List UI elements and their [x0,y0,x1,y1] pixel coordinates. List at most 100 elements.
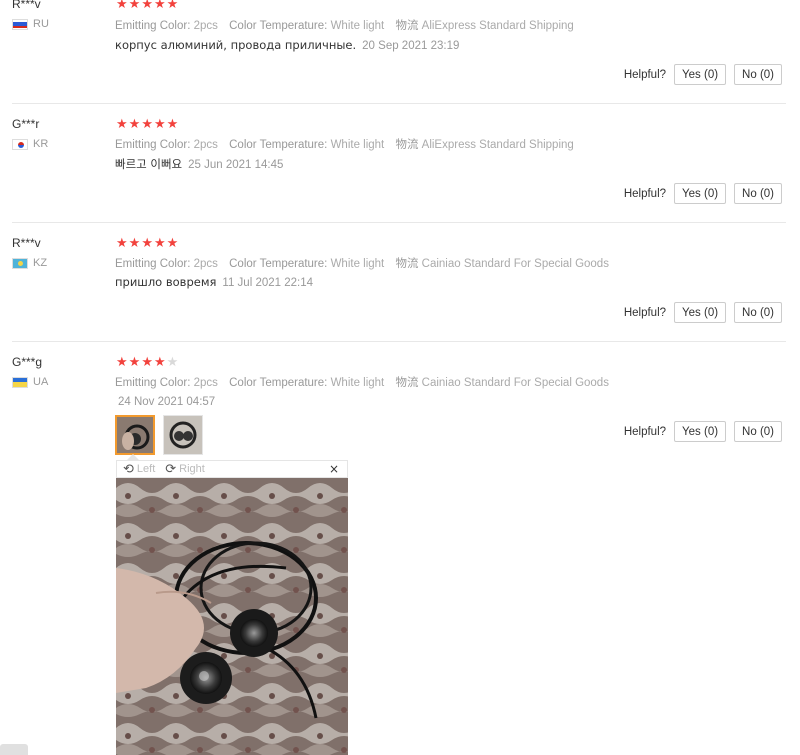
attr-value: AliExpress Standard Shipping [421,139,574,151]
review-item: G***r KR ★ ★ ★ ★ ★ Emitting Color: 2pcs … [12,104,786,223]
sku-attributes: Emitting Color: 2pcs Color Temperature: … [115,136,582,152]
rotate-right-icon[interactable]: ⟳ [165,462,176,477]
attr-label: Emitting Color: [115,377,191,389]
flag-kr-icon [12,138,28,150]
star-rating: ★ ★ ★ ★ ★ [116,118,178,131]
photo-image [116,478,348,755]
star-icon: ★ [141,117,153,132]
review-photos [115,415,203,455]
photo-thumbnail-1 [117,417,153,453]
helpful-yes-button[interactable]: Yes (0) [674,421,727,442]
reviewer-name: R***v [12,236,41,250]
helpful-controls: Helpful? Yes (0) No (0) [624,64,782,85]
rotate-right-button[interactable]: Right [179,463,205,475]
star-empty-icon: ★ [166,355,179,370]
sku-attributes: Emitting Color: 2pcs Color Temperature: … [115,17,582,33]
reviewer-country: KR [12,138,48,150]
helpful-controls: Helpful? Yes (0) No (0) [624,183,782,204]
helpful-yes-button[interactable]: Yes (0) [674,183,727,204]
star-icon: ★ [153,355,166,370]
attr-value: White light [330,20,385,32]
review-photo-large [116,478,348,755]
star-icon: ★ [116,236,128,251]
review-body: пришло вовремя [115,275,217,289]
close-icon[interactable]: × [329,462,339,476]
attr-value: Cainiao Standard For Special Goods [421,377,609,389]
attr-label: Color Temperature: [229,20,328,32]
attr-value: White light [330,258,385,270]
attr-value: Cainiao Standard For Special Goods [421,258,609,270]
attr-label: Emitting Color: [115,20,191,32]
attr-value: White light [330,377,385,389]
review-photo-thumbnail[interactable] [163,415,203,455]
review-text: 빠르고 이뻐요 25 Jun 2021 14:45 [115,156,283,172]
helpful-no-button[interactable]: No (0) [734,421,782,442]
star-icon: ★ [116,117,128,132]
star-icon: ★ [116,355,128,370]
attr-label: Emitting Color: [115,139,191,151]
reviewer-country: UA [12,376,48,388]
review-body: корпус алюминий, провода приличные. [115,38,357,52]
star-icon: ★ [166,0,179,12]
star-rating: ★ ★ ★ ★ ★ [116,356,178,369]
helpful-yes-button[interactable]: Yes (0) [674,64,727,85]
scroll-to-top-tab[interactable] [0,744,28,755]
review-date: 11 Jul 2021 22:14 [222,277,314,289]
attr-value: White light [330,139,385,151]
attr-label: Color Temperature: [229,139,328,151]
helpful-label: Helpful? [623,68,667,81]
viewer-toolbar: ⟲ Left ⟳ Right × [116,460,348,478]
helpful-controls: Helpful? Yes (0) No (0) [624,302,782,323]
sku-attributes: Emitting Color: 2pcs Color Temperature: … [115,255,617,271]
attr-value: 2pcs [193,139,218,151]
review-item: R***v KZ ★ ★ ★ ★ ★ Emitting Color: 2pcs … [12,223,786,342]
attr-value: 2pcs [193,258,218,270]
star-icon: ★ [141,0,153,12]
reviewer-name: G***g [12,355,43,369]
review-date: 25 Jun 2021 14:45 [188,159,284,171]
review-date: 24 Nov 2021 04:57 [118,396,216,408]
attr-value: 2pcs [193,20,218,32]
helpful-no-button[interactable]: No (0) [734,64,782,85]
star-rating: ★ ★ ★ ★ ★ [116,0,178,11]
helpful-yes-button[interactable]: Yes (0) [674,302,727,323]
attr-label: 物流 [395,20,419,32]
rotate-left-button[interactable]: Left [137,463,155,475]
review-text: 24 Nov 2021 04:57 [118,394,215,408]
flag-ua-icon [12,376,28,388]
rotate-left-icon[interactable]: ⟲ [123,462,134,477]
country-code: KR [33,138,49,150]
sku-attributes: Emitting Color: 2pcs Color Temperature: … [115,374,617,390]
star-icon: ★ [166,236,179,251]
photo-viewer: ⟲ Left ⟳ Right × [116,454,348,755]
star-icon: ★ [153,236,166,251]
helpful-label: Helpful? [623,425,667,438]
star-icon: ★ [141,355,153,370]
helpful-no-button[interactable]: No (0) [734,302,782,323]
helpful-controls: Helpful? Yes (0) No (0) [624,421,782,442]
star-icon: ★ [141,236,153,251]
attr-label: Emitting Color: [115,258,191,270]
review-date: 20 Sep 2021 23:19 [362,40,460,52]
reviewer-country: KZ [12,257,47,269]
star-rating: ★ ★ ★ ★ ★ [116,237,178,250]
attr-label: Color Temperature: [229,377,328,389]
helpful-no-button[interactable]: No (0) [734,183,782,204]
photo-thumbnail-2 [164,416,202,454]
attr-value: 2pcs [193,377,218,389]
reviewer-name: G***r [12,117,40,131]
attr-label: 物流 [395,258,419,270]
attr-label: 物流 [395,377,419,389]
star-icon: ★ [128,0,141,12]
star-icon: ★ [128,117,141,132]
star-icon: ★ [153,117,166,132]
country-code: KZ [33,257,48,269]
country-code: RU [33,18,49,30]
review-item: R***v RU ★ ★ ★ ★ ★ Emitting Color: 2pcs … [12,0,786,104]
star-icon: ★ [128,236,141,251]
country-code: UA [33,376,49,388]
reviewer-country: RU [12,18,49,30]
star-icon: ★ [128,355,141,370]
attr-value: AliExpress Standard Shipping [421,20,574,32]
review-photo-thumbnail[interactable] [115,415,155,455]
